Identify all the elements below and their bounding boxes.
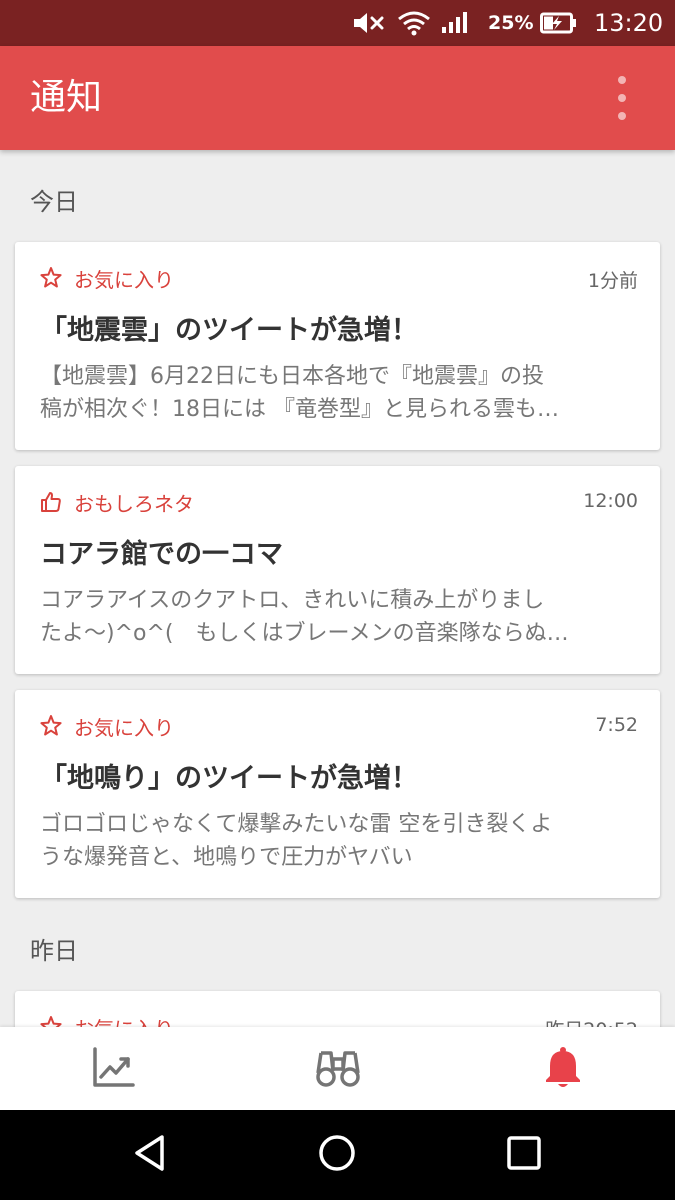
system-nav-bar (0, 1110, 675, 1200)
notification-title: 「地震雲」のツイートが急増！ (40, 315, 418, 346)
notification-title: 「地鳴り」のツイートが急増！ (40, 763, 418, 794)
nav-trending[interactable] (0, 1027, 225, 1110)
notification-time: 1分前 (587, 270, 638, 292)
status-bar: 25% 13:20 (0, 0, 675, 46)
nav-discover[interactable] (225, 1027, 450, 1110)
notification-card[interactable]: お気に入り 1分前 「地震雲」のツイートが急増！ 【地震雲】6月22日にも日本各… (15, 242, 660, 450)
section-header-yesterday: 昨日 (30, 937, 78, 965)
notification-card[interactable]: お気に入り 7:52 「地鳴り」のツイートが急増！ ゴロゴロじゃなくて爆撃みたい… (15, 690, 660, 898)
back-button[interactable] (90, 1110, 210, 1200)
battery-percent: 25% (488, 12, 534, 34)
nav-notifications[interactable] (450, 1027, 675, 1110)
binoculars-icon (315, 1045, 361, 1093)
mute-icon (352, 0, 386, 46)
star-outline-icon (39, 266, 63, 290)
bottom-nav (0, 1027, 675, 1110)
notification-body: 【地震雲】6月22日にも日本各地で『地震雲』の投 稿が相次ぐ！18日には 『竜巻… (40, 360, 620, 426)
notification-body-line: ゴロゴロじゃなくて爆撃みたいな雷 空を引き裂くよ (40, 812, 553, 837)
notification-body-line: 稿が相次ぐ！18日には 『竜巻型』と見られる雲も… (40, 397, 559, 422)
notification-body-line: うな爆発音と、地鳴りで圧力がヤバい (40, 845, 413, 870)
category-label: お気に入り (74, 268, 174, 292)
recents-button[interactable] (464, 1110, 584, 1200)
notification-time: 7:52 (595, 714, 638, 736)
app-bar: 通知 (0, 46, 675, 150)
page-title: 通知 (30, 77, 103, 118)
notification-card[interactable]: おもしろネタ 12:00 コアラ館での一コマ コアラアイスのクアトロ、きれいに積… (15, 466, 660, 674)
recents-icon (506, 1135, 542, 1175)
home-button[interactable] (277, 1110, 397, 1200)
category-label: おもしろネタ (74, 492, 194, 516)
back-icon (132, 1134, 168, 1176)
star-outline-icon (39, 714, 63, 738)
signal-icon (441, 0, 469, 46)
section-header-today: 今日 (30, 188, 78, 216)
status-time: 13:20 (594, 9, 664, 37)
notification-title: コアラ館での一コマ (40, 539, 283, 570)
bell-icon (543, 1046, 583, 1092)
notification-body-line: 【地震雲】6月22日にも日本各地で『地震雲』の投 (40, 364, 544, 389)
notification-body: コアラアイスのクアトロ、きれいに積み上がりまし たよ〜)^o^( もしくはブレー… (40, 584, 620, 650)
battery-charging-icon (540, 0, 578, 46)
notification-body: ゴロゴロじゃなくて爆撃みたいな雷 空を引き裂くよ うな爆発音と、地鳴りで圧力がヤ… (40, 808, 620, 874)
trending-icon (91, 1045, 135, 1093)
category-label: お気に入り (74, 716, 174, 740)
more-vert-icon[interactable] (604, 76, 640, 120)
home-icon (317, 1133, 357, 1177)
notification-body-line: コアラアイスのクアトロ、きれいに積み上がりまし (40, 588, 545, 613)
thumbs-up-icon (39, 490, 63, 514)
notification-body-line: たよ〜)^o^( もしくはブレーメンの音楽隊ならぬ… (40, 621, 569, 646)
wifi-icon (397, 0, 431, 46)
notification-time: 12:00 (583, 490, 638, 512)
